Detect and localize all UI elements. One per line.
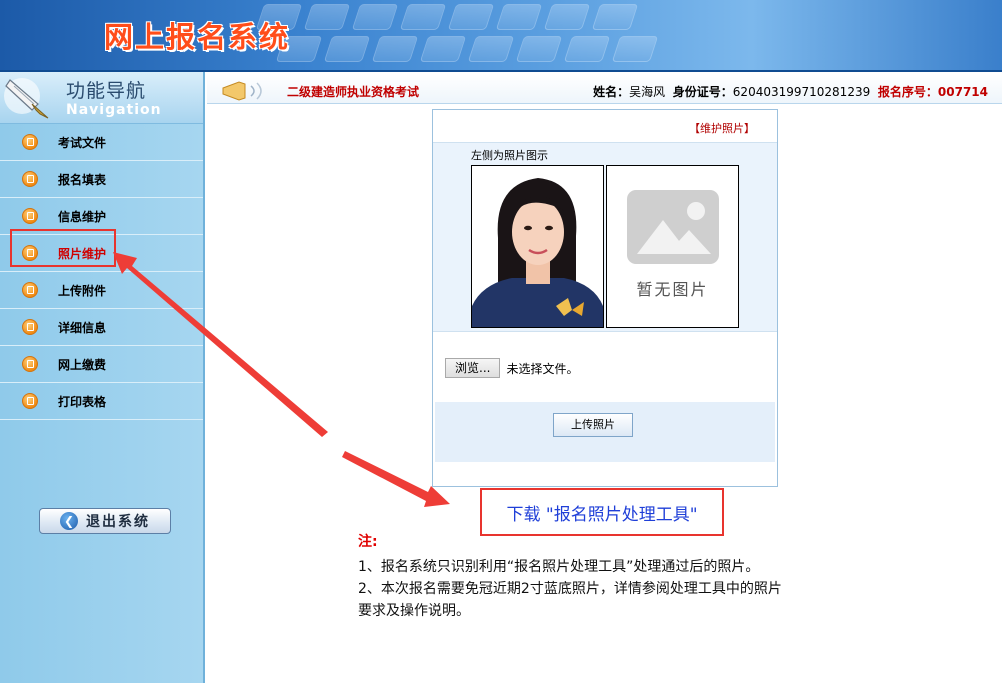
document-icon (22, 134, 38, 150)
note-line-2b: 要求及操作说明。 (358, 603, 470, 619)
uploaded-photo-placeholder: 暂无图片 (606, 165, 739, 328)
sidebar-item-label: 考试文件 (58, 135, 107, 150)
sidebar-item-label: 报名填表 (58, 172, 107, 187)
download-tool-box: 下载 "报名照片处理工具" (480, 488, 724, 536)
sample-caption: 左侧为照片图示 (471, 149, 548, 162)
document-icon (22, 171, 38, 187)
name-value: 吴海风 (629, 85, 666, 99)
notes-section: 注: 1、报名系统只识别利用“报名照片处理工具”处理通过后的照片。 2、本次报名… (358, 531, 858, 623)
candidate-info: 姓名：吴海风 身份证号：620403199710281239 报名序号：0077… (593, 83, 988, 100)
exam-info-bar: 二级建造师执业资格考试 姓名：吴海风 身份证号：6204031997102812… (207, 74, 1002, 104)
logout-label: 退出系统 (86, 514, 150, 530)
upload-photo-button[interactable]: 上传照片 (553, 413, 633, 437)
megaphone-icon (222, 81, 262, 101)
photo-panel: 【维护照片】 左侧为照片图示 暂无图片 浏览... 未选择文件。 上传照片 (432, 109, 778, 487)
system-title: 网上报名系统 (104, 20, 291, 54)
document-icon (22, 356, 38, 372)
note-line-1: 1、报名系统只识别利用“报名照片处理工具”处理通过后的照片。 (358, 559, 760, 575)
fountain-pen-icon (4, 78, 49, 119)
download-tool-link[interactable]: 下载 "报名照片处理工具" (506, 500, 697, 525)
note-line-2a: 2、本次报名需要免冠近期2寸蓝底照片，详情参阅处理工具中的照片 (358, 581, 782, 597)
image-placeholder-icon (627, 190, 719, 264)
file-picker-row: 浏览... 未选择文件。 (445, 358, 578, 378)
sidebar-item-label: 信息维护 (58, 209, 107, 224)
reg-label: 报名序号： (877, 85, 938, 99)
sidebar-item-label: 详细信息 (58, 320, 107, 335)
nav-title: 功能导航 (66, 80, 147, 102)
nav-menu: 考试文件 报名填表 信息维护 照片维护 上传附件 详细信息 网上缴费 打印表格 (0, 124, 203, 420)
logout-button[interactable]: ❮ 退出系统 (39, 508, 171, 534)
browse-button[interactable]: 浏览... (445, 358, 501, 378)
upload-area: 上传照片 (435, 402, 775, 462)
reg-value: 007714 (937, 85, 988, 99)
nav-header: 功能导航 Navigation (0, 72, 203, 124)
keyboard-decoration (250, 0, 710, 72)
document-icon (22, 208, 38, 224)
header-banner: 网上报名系统 (0, 0, 1002, 72)
document-icon (22, 319, 38, 335)
file-status: 未选择文件。 (506, 361, 579, 376)
nav-title-english: Navigation (66, 102, 162, 118)
sample-photo (471, 165, 604, 328)
name-label: 姓名： (593, 85, 630, 99)
maintain-photo-link[interactable]: 【维护照片】 (689, 120, 755, 136)
highlight-box-photo-maintenance (10, 229, 116, 267)
sidebar-item-registration-form[interactable]: 报名填表 (0, 161, 203, 198)
sidebar-item-online-payment[interactable]: 网上缴费 (0, 346, 203, 383)
sidebar-item-upload-attachments[interactable]: 上传附件 (0, 272, 203, 309)
main-content: 【维护照片】 左侧为照片图示 暂无图片 浏览... 未选择文件。 上传照片 下载… (207, 104, 1002, 683)
notes-heading: 注: (358, 534, 378, 550)
exam-name: 二级建造师执业资格考试 (287, 85, 420, 99)
sidebar-item-label: 打印表格 (58, 394, 107, 409)
sidebar-item-details[interactable]: 详细信息 (0, 309, 203, 346)
document-icon (22, 282, 38, 298)
back-arrow-icon: ❮ (60, 512, 78, 530)
document-icon (22, 393, 38, 409)
sidebar-item-print-forms[interactable]: 打印表格 (0, 383, 203, 420)
sidebar-item-exam-docs[interactable]: 考试文件 (0, 124, 203, 161)
sidebar-item-label: 上传附件 (58, 283, 107, 298)
no-photo-text: 暂无图片 (636, 280, 709, 299)
id-value: 620403199710281239 (732, 85, 871, 99)
sidebar: 功能导航 Navigation 考试文件 报名填表 信息维护 照片维护 上传附件… (0, 72, 205, 683)
photo-area: 左侧为照片图示 暂无图片 (433, 142, 777, 332)
sidebar-item-label: 网上缴费 (58, 357, 107, 372)
sample-portrait (472, 166, 603, 327)
id-label: 身份证号： (672, 85, 733, 99)
